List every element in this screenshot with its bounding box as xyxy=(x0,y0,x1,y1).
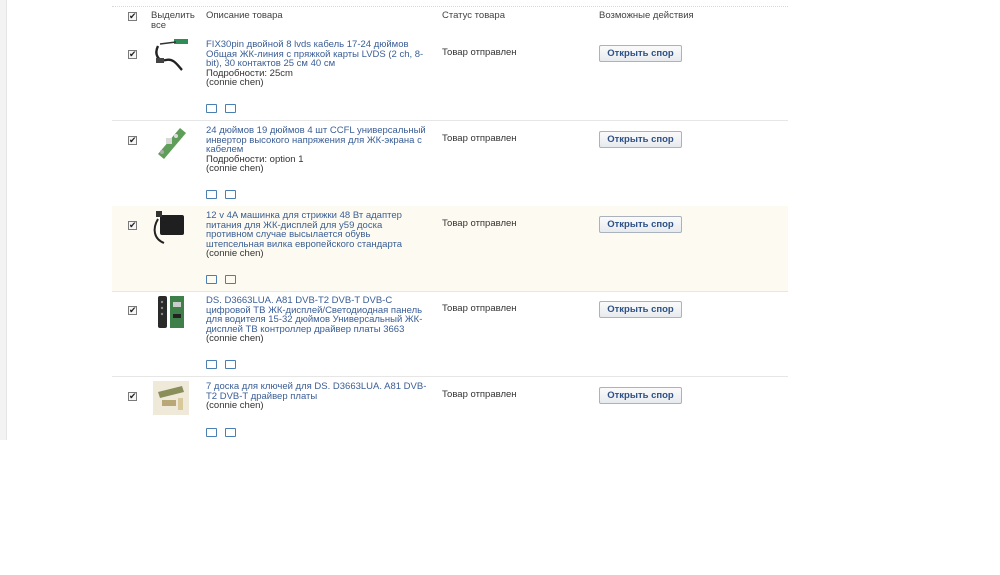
item-icons xyxy=(206,275,246,285)
shipping-icon[interactable] xyxy=(206,275,217,284)
item-description: 24 дюймов 19 дюймов 4 шт CCFL универсаль… xyxy=(206,126,430,174)
item-icons xyxy=(206,104,246,114)
row-checkbox[interactable] xyxy=(128,135,137,145)
shipping-icon[interactable] xyxy=(206,104,217,113)
header-description: Описание товара xyxy=(206,10,283,21)
item-title-link[interactable]: 12 v 4A машинка для стрижки 48 Вт адапте… xyxy=(206,210,402,250)
product-image-ccfl-inverter[interactable] xyxy=(152,124,190,160)
product-image-tv-controller-board[interactable] xyxy=(152,294,190,330)
product-image-key-board[interactable] xyxy=(152,380,190,416)
item-description: 7 доска для ключей для DS. D3663LUA. A81… xyxy=(206,382,430,411)
item-seller: (connie chen) xyxy=(206,163,264,175)
left-border xyxy=(0,0,7,440)
item-title-link[interactable]: FIX30pin двойной 8 lvds кабель 17-24 дюй… xyxy=(206,39,423,69)
header-actions: Возможные действия xyxy=(599,10,694,21)
open-dispute-button[interactable]: Открыть спор xyxy=(599,131,682,148)
item-description: DS. D3663LUA. A81 DVB-T2 DVB-T DVB-C циф… xyxy=(206,296,430,344)
item-status: Товар отправлен xyxy=(442,47,517,58)
open-dispute-button[interactable]: Открыть спор xyxy=(599,216,682,233)
item-description: FIX30pin двойной 8 lvds кабель 17-24 дюй… xyxy=(206,40,430,88)
shipping-icon[interactable] xyxy=(206,428,217,437)
select-all-checkbox[interactable] xyxy=(128,11,137,21)
item-title-link[interactable]: DS. D3663LUA. A81 DVB-T2 DVB-T DVB-C циф… xyxy=(206,295,422,335)
table-row: DS. D3663LUA. A81 DVB-T2 DVB-T DVB-C циф… xyxy=(112,291,788,377)
shipping-icon[interactable] xyxy=(206,360,217,369)
shipping-icon[interactable] xyxy=(206,190,217,199)
item-icons xyxy=(206,360,246,370)
open-dispute-button[interactable]: Открыть спор xyxy=(599,45,682,62)
item-icons xyxy=(206,190,246,200)
message-icon[interactable] xyxy=(225,190,236,199)
item-status: Товар отправлен xyxy=(442,389,517,400)
item-status: Товар отправлен xyxy=(442,133,517,144)
item-seller: (connie chen) xyxy=(206,333,264,345)
table-row: 12 v 4A машинка для стрижки 48 Вт адапте… xyxy=(112,206,788,292)
table-row: 24 дюймов 19 дюймов 4 шт CCFL универсаль… xyxy=(112,121,788,207)
open-dispute-button[interactable]: Открыть спор xyxy=(599,301,682,318)
item-title-link[interactable]: 24 дюймов 19 дюймов 4 шт CCFL универсаль… xyxy=(206,125,426,155)
message-icon[interactable] xyxy=(225,428,236,437)
row-checkbox[interactable] xyxy=(128,220,137,230)
message-icon[interactable] xyxy=(225,275,236,284)
item-status: Товар отправлен xyxy=(442,218,517,229)
message-icon[interactable] xyxy=(225,104,236,113)
message-icon[interactable] xyxy=(225,360,236,369)
row-checkbox[interactable] xyxy=(128,49,137,59)
item-icons xyxy=(206,428,246,438)
item-seller: (connie chen) xyxy=(206,77,264,89)
open-dispute-button[interactable]: Открыть спор xyxy=(599,387,682,404)
header-status: Статус товара xyxy=(442,10,505,21)
table-row: FIX30pin двойной 8 lvds кабель 17-24 дюй… xyxy=(112,35,788,121)
row-checkbox[interactable] xyxy=(128,305,137,315)
top-divider xyxy=(112,0,788,7)
table-row: 7 доска для ключей для DS. D3663LUA. A81… xyxy=(112,377,788,440)
item-seller: (connie chen) xyxy=(206,248,264,260)
item-seller: (connie chen) xyxy=(206,400,264,412)
select-all-label: Выделить все xyxy=(151,10,195,31)
item-description: 12 v 4A машинка для стрижки 48 Вт адапте… xyxy=(206,211,430,259)
product-image-power-adapter[interactable] xyxy=(152,209,190,245)
row-checkbox[interactable] xyxy=(128,391,137,401)
table-header: Выделить все Описание товара Статус това… xyxy=(112,8,788,34)
product-image-lvds-cable[interactable] xyxy=(152,38,190,74)
order-items-table: Выделить все Описание товара Статус това… xyxy=(112,0,788,440)
item-title-link[interactable]: 7 доска для ключей для DS. D3663LUA. A81… xyxy=(206,381,426,402)
item-status: Товар отправлен xyxy=(442,303,517,314)
